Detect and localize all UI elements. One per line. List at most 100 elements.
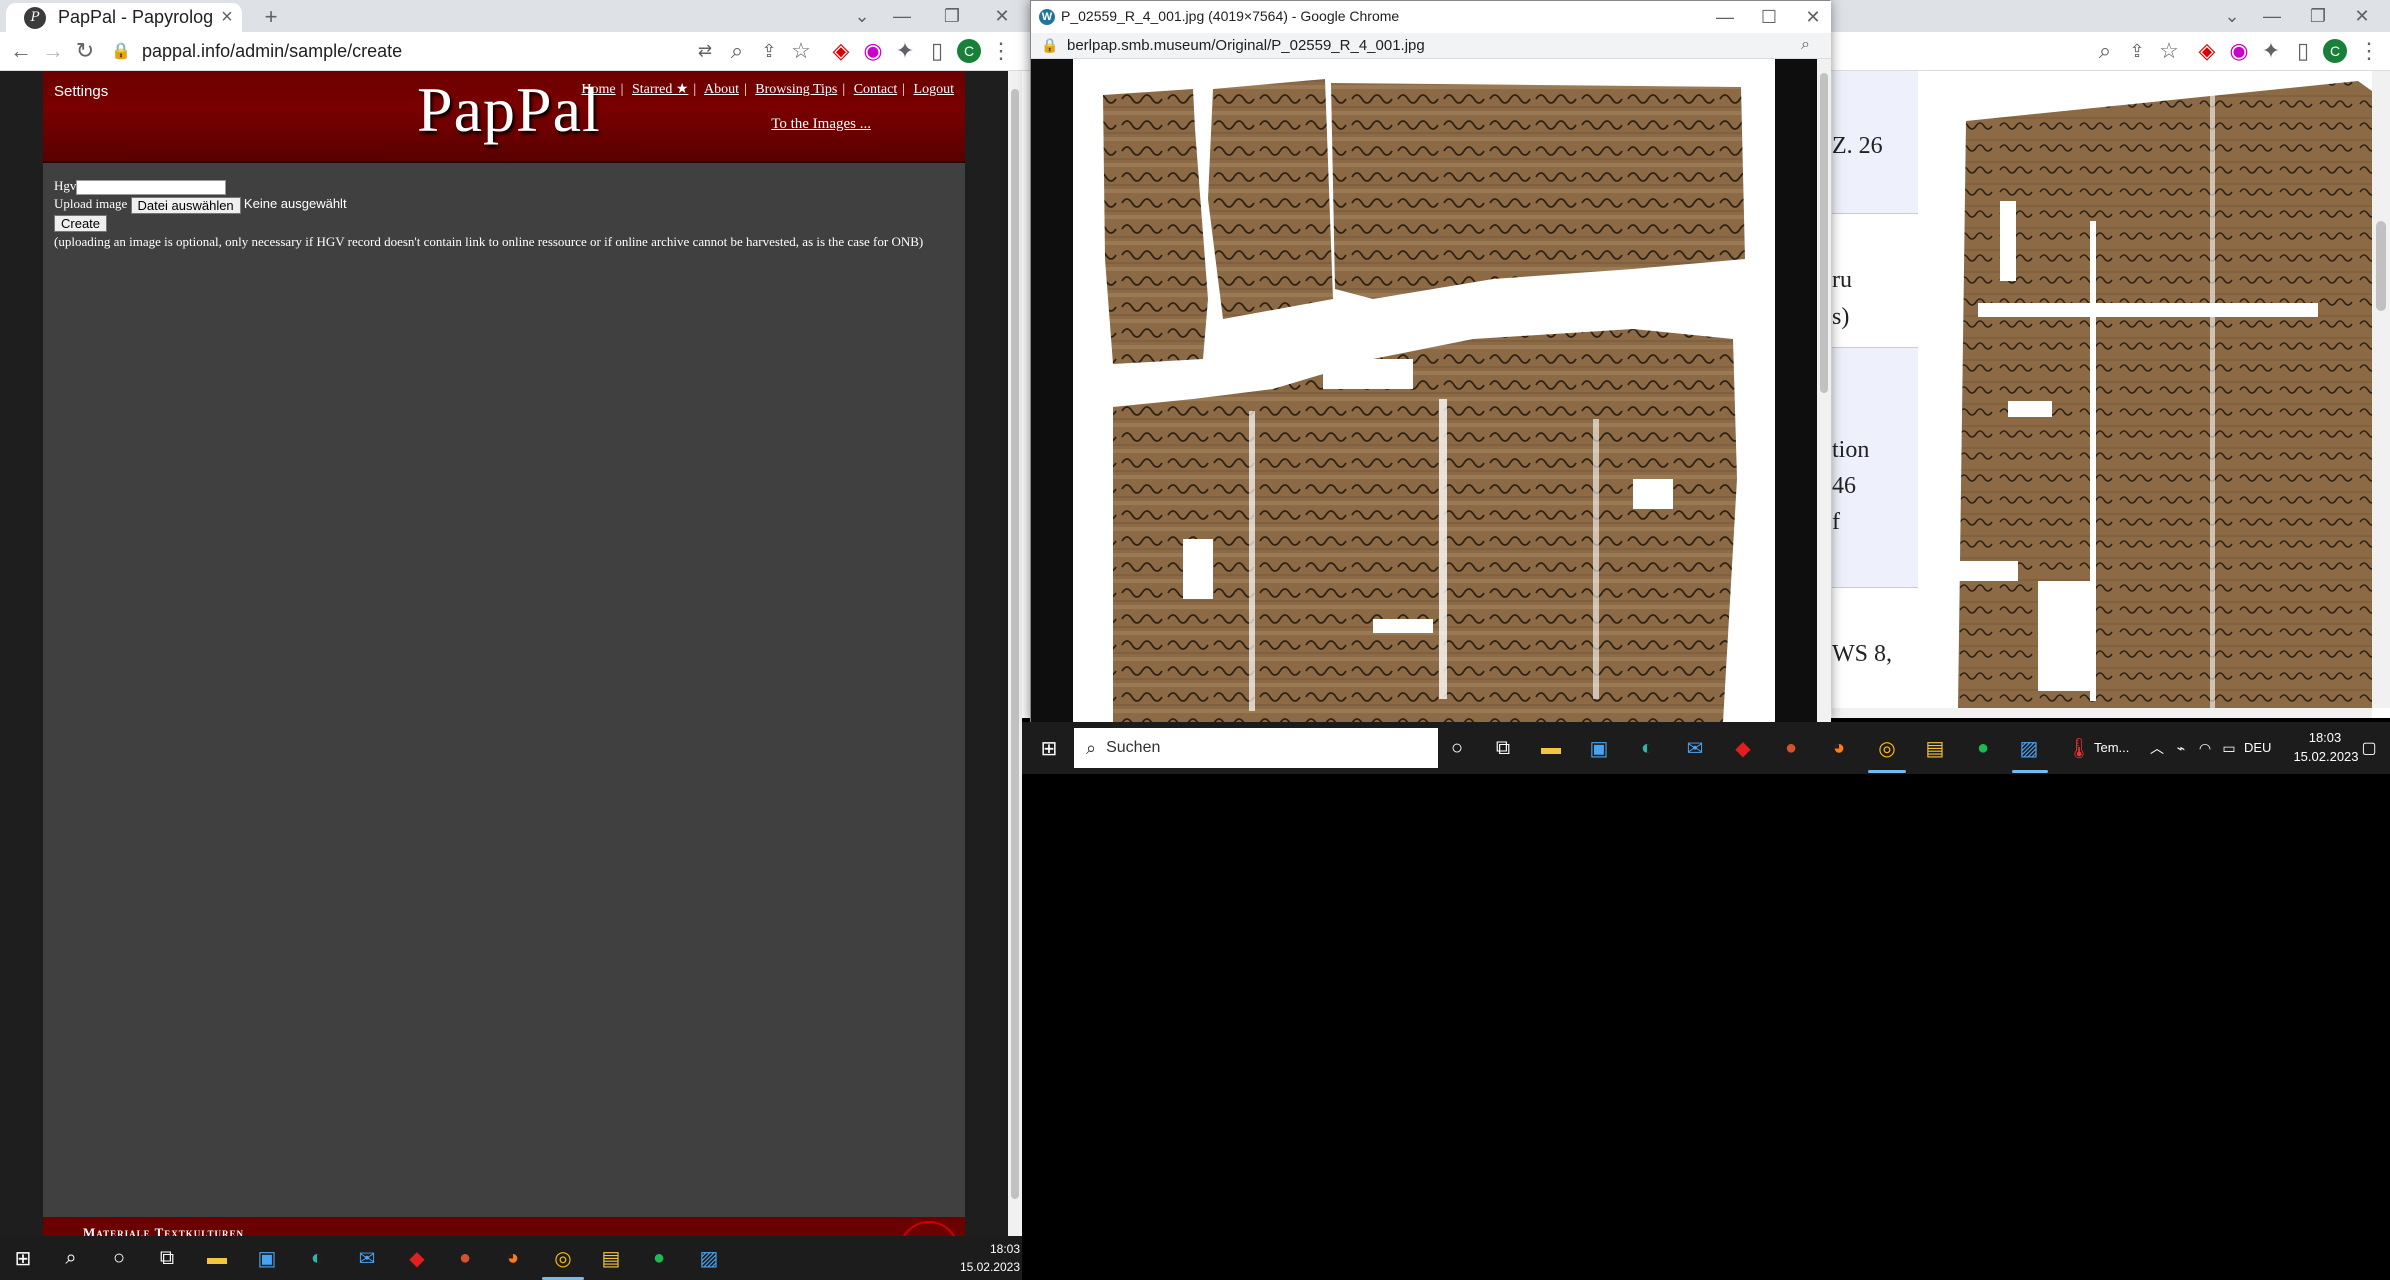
star-icon[interactable]: ☆ [784, 34, 818, 68]
back-icon[interactable]: ← [4, 34, 38, 68]
acrobat-icon[interactable]: ◆ [1726, 731, 1760, 765]
spotify-icon[interactable]: ● [642, 1241, 676, 1275]
weather-text[interactable]: Tem... [2094, 740, 2129, 755]
cortana-icon[interactable]: ○ [1440, 731, 1474, 765]
search-placeholder: Suchen [1106, 739, 1161, 756]
nav-about[interactable]: About [704, 82, 739, 97]
popup-url[interactable]: berlpap.smb.museum/Original/P_02559_R_4_… [1067, 37, 1425, 54]
new-tab-icon[interactable]: + [254, 0, 288, 34]
menu-icon[interactable]: ⋮ [984, 34, 1018, 68]
close-window-icon[interactable]: ✕ [2332, 0, 2390, 32]
table-cell: ru [1832, 267, 1852, 293]
lock-icon[interactable]: 🔒 [104, 34, 138, 68]
scrollbar-thumb[interactable] [1820, 73, 1828, 393]
popup-scrollbar[interactable] [1817, 59, 1831, 722]
avatar[interactable]: C [952, 34, 986, 68]
menu-icon[interactable]: ⋮ [2352, 34, 2386, 68]
files-icon[interactable]: ▤ [1918, 731, 1952, 765]
battery-icon[interactable]: ▭ [2212, 731, 2246, 765]
store-icon[interactable]: ▣ [250, 1241, 284, 1275]
search-icon[interactable]: ⌕ [54, 1241, 88, 1275]
star-icon[interactable]: ☆ [2152, 34, 2186, 68]
translate-icon[interactable]: ⇄ [688, 34, 722, 68]
powerpoint-icon[interactable]: ● [448, 1241, 482, 1275]
nav-home[interactable]: Home [581, 82, 615, 97]
language-indicator[interactable]: DEU [2244, 740, 2271, 755]
clock-date[interactable]: 15.02.2023 [940, 1260, 1020, 1274]
mail-icon[interactable]: ✉ [350, 1241, 384, 1275]
settings-link[interactable]: Settings [54, 83, 108, 100]
task-view-icon[interactable]: ⧉ [1486, 731, 1520, 765]
file-explorer-icon[interactable]: ▬ [1534, 731, 1568, 765]
create-button[interactable]: Create [54, 214, 108, 232]
mail-icon[interactable]: ✉ [1678, 731, 1712, 765]
windows-start-icon[interactable]: ⊞ [1032, 731, 1066, 765]
forward-icon[interactable]: → [36, 34, 70, 68]
to-images-link[interactable]: To the Images ... [771, 116, 871, 133]
table-row [1832, 348, 1918, 588]
popup-addressbar: 🔒 berlpap.smb.museum/Original/P_02559_R_… [1031, 33, 1831, 59]
share-icon[interactable]: ⇪ [752, 34, 786, 68]
pappal-logo[interactable]: PapPal [417, 73, 601, 147]
close-icon[interactable]: × [212, 6, 242, 29]
extension-ub-icon[interactable]: ◉ [856, 34, 890, 68]
hgv-input[interactable] [76, 179, 227, 195]
scrollbar-thumb[interactable] [2376, 221, 2386, 311]
chrome-icon[interactable]: ◎ [1870, 731, 1904, 765]
edge-icon[interactable]: ◐ [1630, 731, 1664, 765]
table-cell: 46 [1832, 473, 1856, 499]
taskbar-search[interactable]: ⌕ Suchen [1074, 728, 1438, 768]
table-cell: Z. 26 [1832, 133, 1883, 159]
left-browser-window: P PapPal - Papyrology | Paleograph × + ⌄… [0, 0, 1022, 1236]
windows-start-icon[interactable]: ⊞ [6, 1241, 40, 1275]
extension-shield-icon[interactable]: ◈ [824, 34, 858, 68]
footer-title: Materiale Textkulturen [83, 1225, 244, 1236]
side-panel-icon[interactable]: ▯ [2286, 34, 2320, 68]
papyrus-image[interactable] [1073, 59, 1775, 722]
zoom-icon[interactable]: ⌕ [720, 34, 754, 68]
clock-time[interactable]: 18:03 [940, 1242, 1020, 1256]
edge-icon[interactable]: ◐ [300, 1241, 334, 1275]
notification-icon[interactable]: ▢ [2352, 731, 2386, 765]
extensions-puzzle-icon[interactable]: ✦ [2254, 34, 2288, 68]
extensions-puzzle-icon[interactable]: ✦ [888, 34, 922, 68]
avatar[interactable]: C [2318, 34, 2352, 68]
store-icon[interactable]: ▣ [1582, 731, 1616, 765]
file-choose-button[interactable]: Datei auswählen [130, 196, 241, 214]
acrobat-icon[interactable]: ◆ [400, 1241, 434, 1275]
firefox-icon[interactable]: ◕ [496, 1241, 530, 1275]
zoom-icon[interactable]: ⌕ [1801, 36, 1810, 54]
tab-pappal[interactable]: P PapPal - Papyrology | Paleograph × [6, 3, 242, 32]
powerpoint-icon[interactable]: ● [1774, 731, 1808, 765]
nav-contact[interactable]: Contact [854, 82, 898, 97]
zoom-icon[interactable]: ⌕ [2088, 34, 2122, 68]
reload-icon[interactable]: ↻ [68, 34, 102, 68]
main-nav: Home | Starred ★ | About | Browsing Tips | C… [581, 82, 954, 97]
right-vertical-scrollbar[interactable] [2372, 71, 2390, 708]
chrome-icon[interactable]: ◎ [546, 1241, 580, 1275]
tab-title: PapPal - Papyrology | Paleograph [58, 7, 212, 27]
left-scrollbar[interactable] [1008, 71, 1022, 1236]
nav-logout[interactable]: Logout [914, 82, 954, 97]
cortana-icon[interactable]: ○ [102, 1241, 136, 1275]
right-horizontal-scrollbar[interactable] [1832, 708, 2372, 718]
extension-ub-icon[interactable]: ◉ [2222, 34, 2256, 68]
file-explorer-icon[interactable]: ▬ [200, 1241, 234, 1275]
side-panel-icon[interactable]: ▯ [920, 34, 954, 68]
footer-logo [899, 1221, 959, 1236]
photos-icon[interactable]: ▨ [692, 1241, 726, 1275]
popup-image-viewport[interactable] [1031, 59, 1817, 722]
scrollbar-thumb[interactable] [1011, 89, 1019, 1199]
extension-shield-icon[interactable]: ◈ [2190, 34, 2224, 68]
address-bar[interactable]: pappal.info/admin/sample/create [142, 41, 402, 62]
files-icon[interactable]: ▤ [594, 1241, 628, 1275]
task-view-icon[interactable]: ⧉ [150, 1241, 184, 1275]
nav-browsing-tips[interactable]: Browsing Tips [755, 82, 837, 97]
share-icon[interactable]: ⇪ [2120, 34, 2154, 68]
firefox-icon[interactable]: ◕ [1822, 731, 1856, 765]
clock-time[interactable]: 18:03 [2290, 730, 2360, 745]
photos-icon[interactable]: ▨ [2012, 731, 2046, 765]
close-window-icon[interactable]: ✕ [1783, 1, 1843, 33]
nav-starred[interactable]: Starred ★ [632, 82, 688, 97]
spotify-icon[interactable]: ● [1966, 731, 2000, 765]
